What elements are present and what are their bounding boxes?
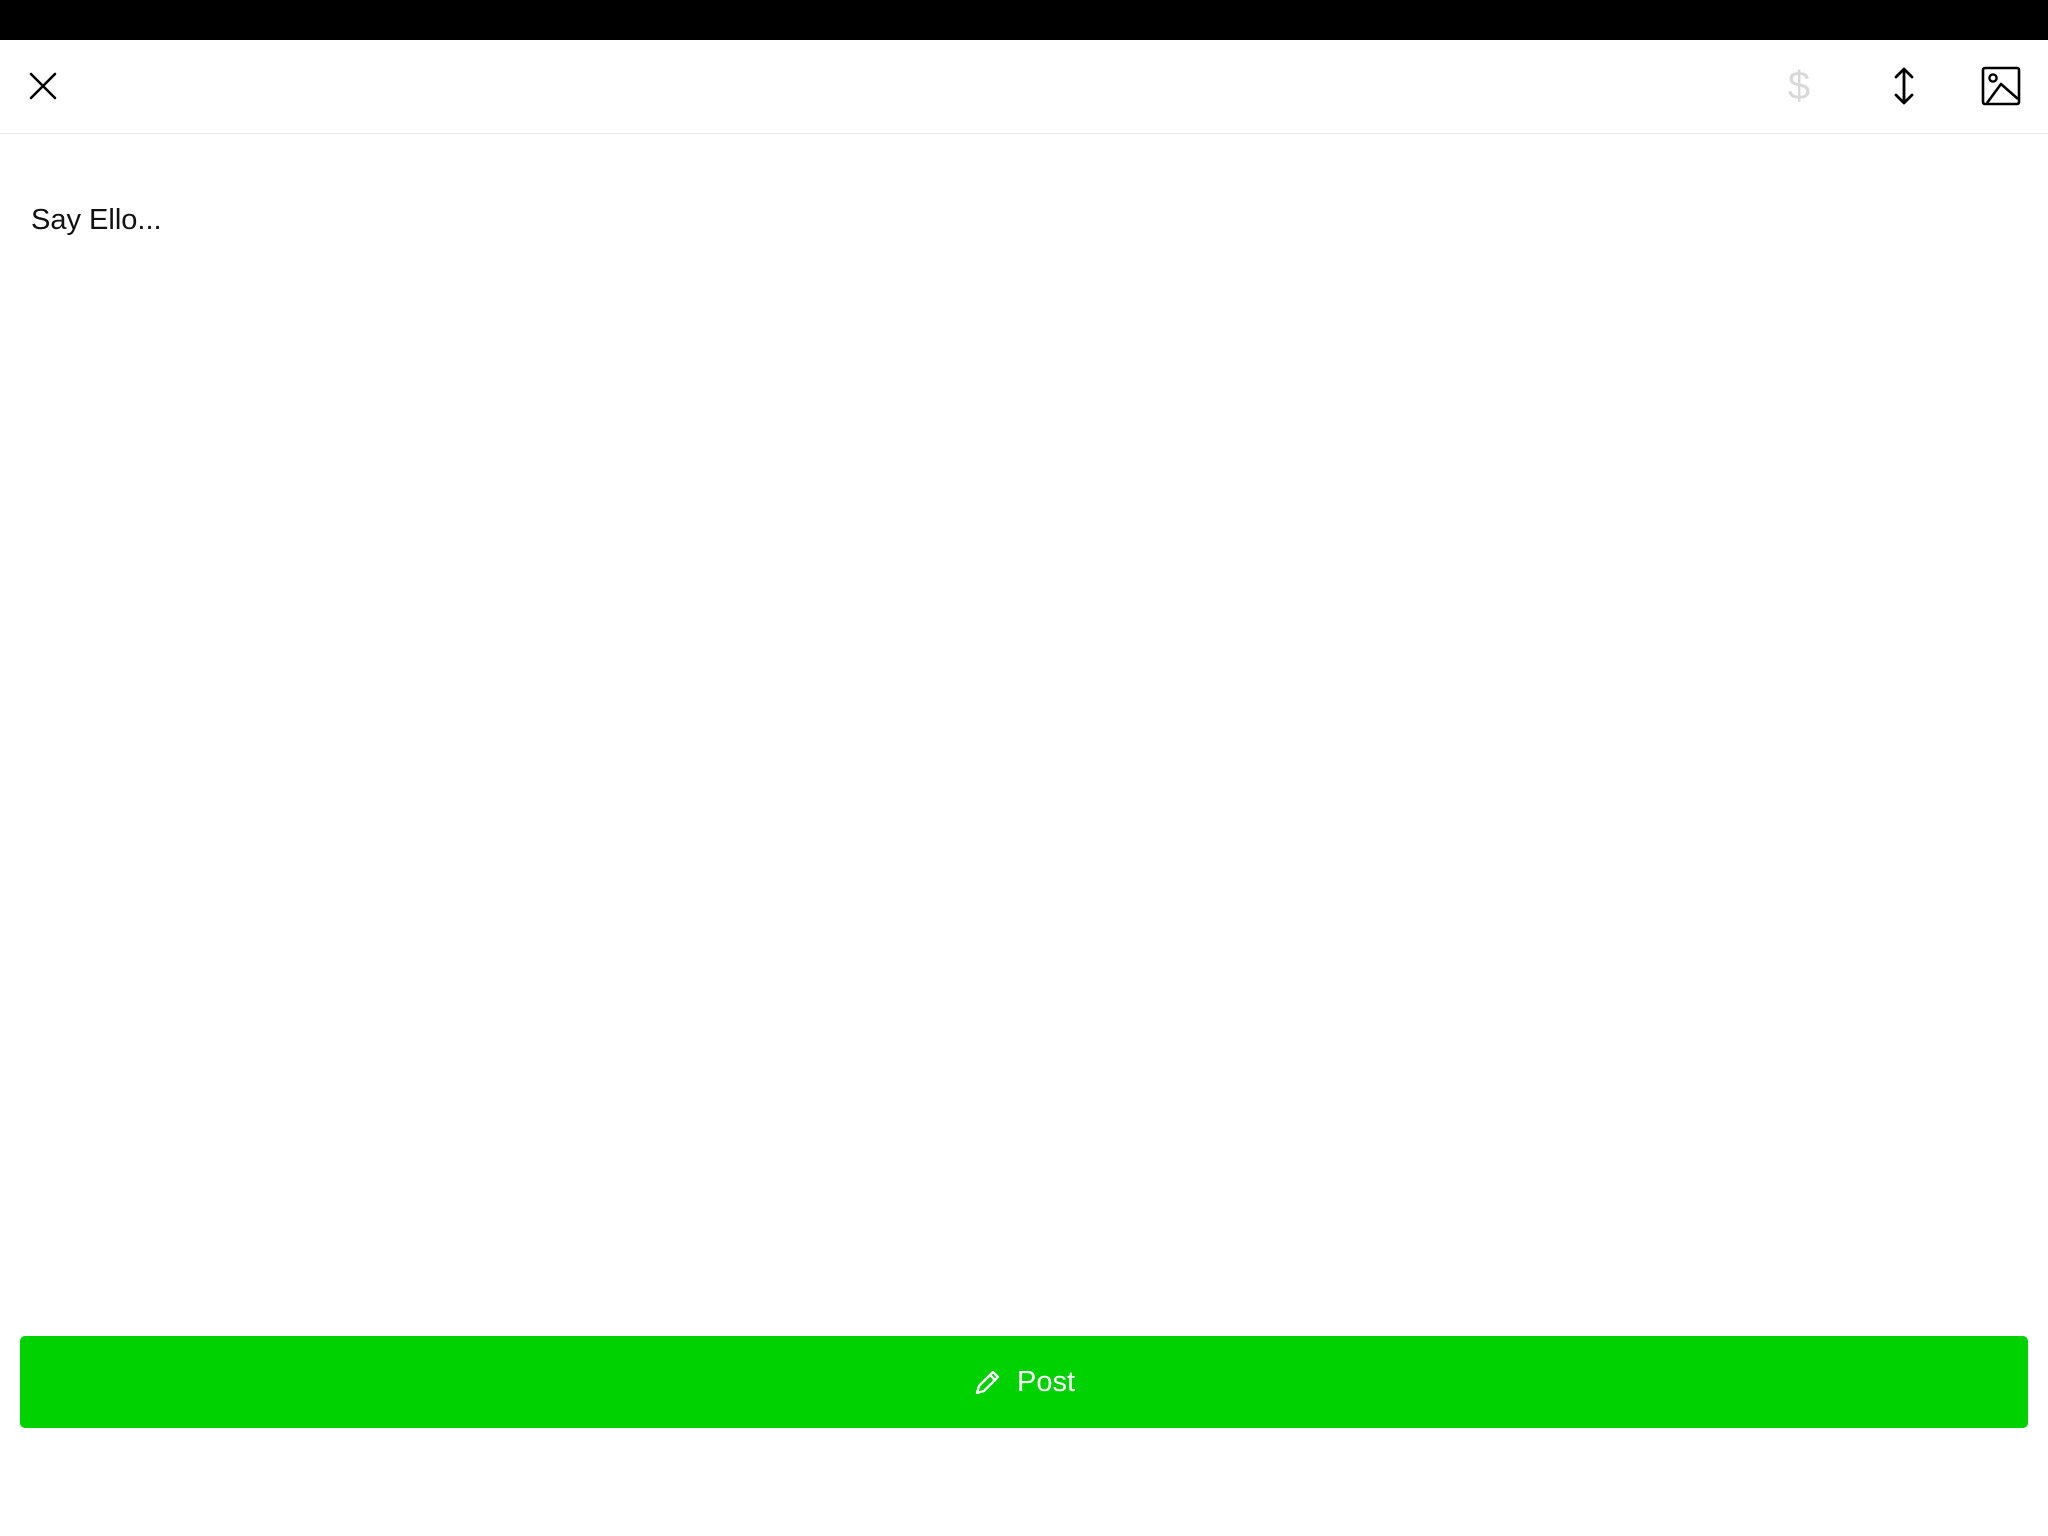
status-bar — [0, 0, 2048, 40]
reorder-button[interactable] — [1872, 54, 1936, 118]
buy-link-button[interactable]: $ — [1767, 54, 1831, 118]
editor-placeholder: Say Ello... — [31, 204, 162, 236]
add-image-button[interactable] — [1969, 54, 2033, 118]
post-editor[interactable]: Say Ello... — [31, 200, 2011, 1300]
dollar-icon: $ — [1787, 64, 1811, 108]
vertical-resize-icon — [1894, 67, 1914, 105]
pencil-icon — [973, 1367, 1003, 1397]
close-icon — [29, 72, 57, 100]
compose-screen: $ Say Ello... Post — [0, 0, 2048, 1536]
image-icon — [1981, 66, 2021, 106]
compose-toolbar: $ — [0, 40, 2048, 134]
post-button-label: Post — [1016, 1365, 1076, 1398]
post-button[interactable]: Post — [20, 1336, 2028, 1428]
close-button[interactable] — [11, 54, 75, 118]
